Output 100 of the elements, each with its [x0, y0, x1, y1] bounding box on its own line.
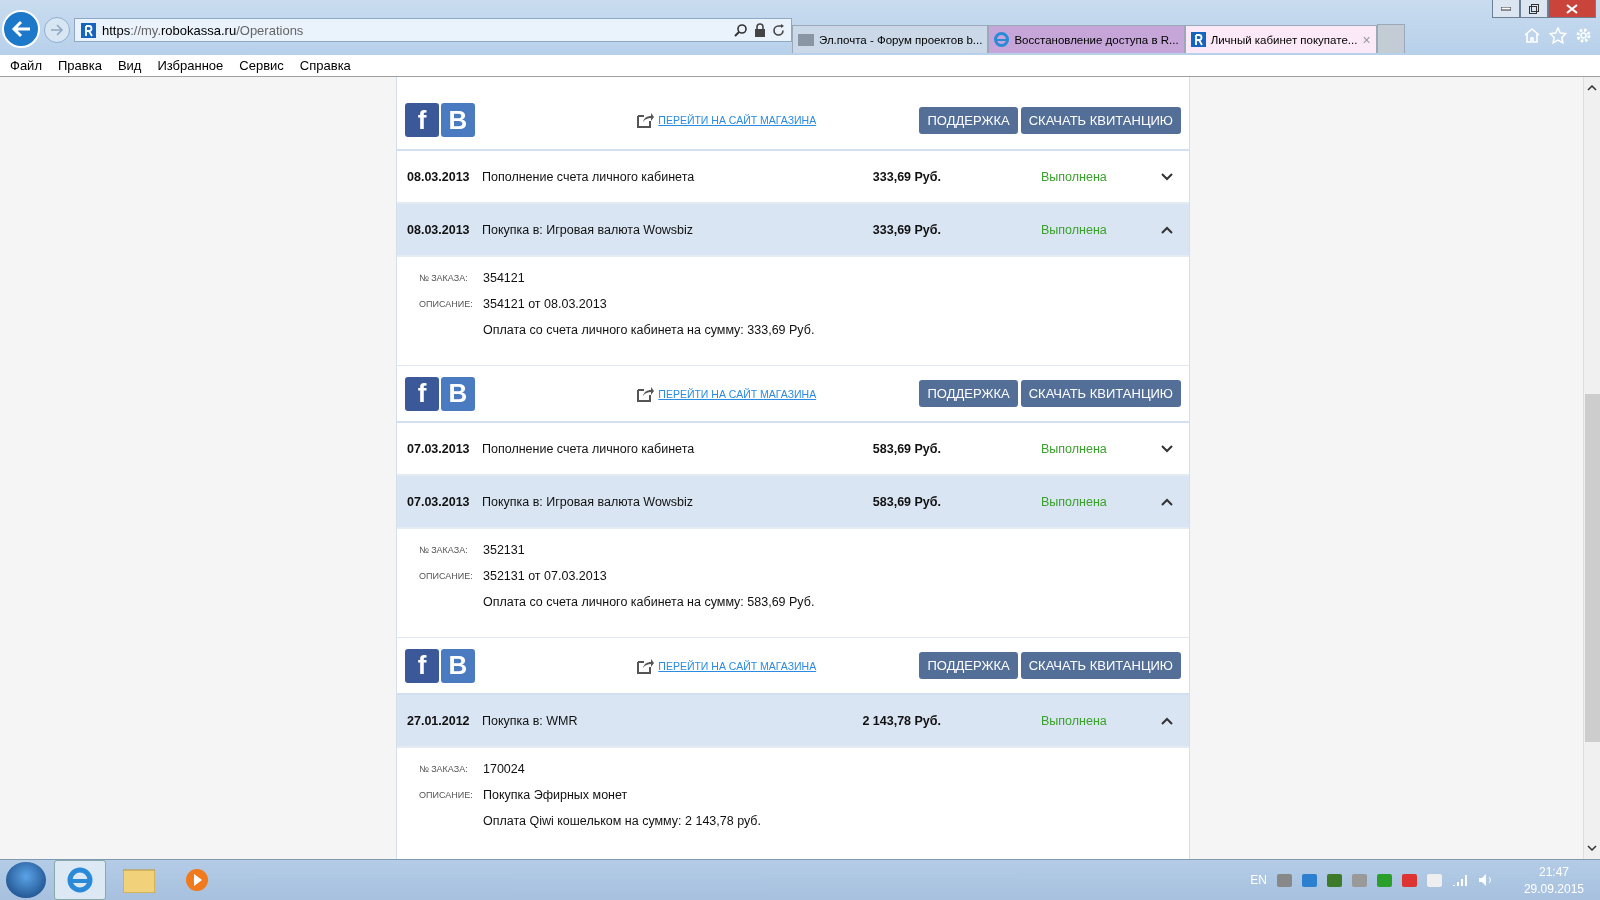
tab-title: Восстановление доступа в R...	[1014, 33, 1179, 46]
address-bar[interactable]: https://my.robokassa.ru/Operations	[74, 18, 792, 42]
forward-button[interactable]	[44, 17, 70, 43]
operation-row[interactable]: 08.03.2013 Покупка в: Игровая валюта Wowsbiz 333,69 Руб. Выполнена	[397, 204, 1189, 257]
collapse-chevron-icon[interactable]	[1161, 497, 1173, 506]
menu-item[interactable]: Сервис	[239, 58, 284, 73]
close-window-button[interactable]	[1548, 0, 1596, 18]
description-label: ОПИСАНИЕ:	[419, 790, 474, 800]
description-label: ОПИСАНИЕ:	[419, 571, 474, 581]
operation-row[interactable]: 07.03.2013 Покупка в: Игровая валюта Wowsbiz 583,69 Руб. Выполнена	[397, 476, 1189, 529]
lock-icon	[754, 23, 766, 37]
description-text: Покупка Эфирных монет	[483, 788, 629, 802]
scroll-down-icon[interactable]	[1587, 845, 1597, 851]
download-receipt-button[interactable]: СКАЧАТЬ КВИТАНЦИЮ	[1020, 652, 1181, 679]
operation-date: 08.03.2013	[407, 222, 471, 237]
facebook-button[interactable]: f	[405, 376, 439, 411]
description-text: 352131 от 07.03.2013	[483, 569, 608, 583]
browser-tab[interactable]: Эл.почта - Форум проектов b...	[792, 25, 989, 53]
menu-item[interactable]: Избранное	[157, 58, 224, 73]
operation-status: Выполнена	[1040, 494, 1108, 509]
payment-note: Оплата со счета личного кабинета на сумму: 333,69 Руб.	[483, 323, 816, 337]
menu-item[interactable]: Файл	[10, 58, 42, 73]
operation-amount: 333,69 Руб.	[871, 222, 941, 237]
browser-logo-icon	[65, 865, 95, 895]
expand-chevron-icon[interactable]	[1161, 172, 1173, 181]
order-label: № ЗАКАЗА:	[419, 273, 469, 283]
facebook-button[interactable]: f	[405, 103, 439, 137]
operation-amount: 583,69 Руб.	[871, 441, 941, 456]
browser-taskbar-button[interactable]	[54, 860, 106, 900]
payment-note: Оплата со счета личного кабинета на сумму: 583,69 Руб.	[483, 595, 816, 609]
star-icon[interactable]	[1549, 27, 1567, 44]
description-label: ОПИСАНИЕ:	[419, 299, 474, 309]
description-text: 354121 от 08.03.2013	[483, 297, 608, 311]
order-label: № ЗАКАЗА:	[419, 764, 469, 774]
operation-title: Пополнение счета личного кабинета	[482, 441, 696, 456]
support-button[interactable]: ПОДДЕРЖКА	[919, 106, 1018, 134]
operation-title: Покупка в: Игровая валюта Wowsbiz	[482, 494, 695, 509]
scrollbar-thumb[interactable]	[1584, 394, 1600, 742]
support-button[interactable]: ПОДДЕРЖКА	[919, 380, 1018, 407]
external-link-icon	[637, 385, 655, 402]
external-link-icon	[637, 112, 655, 128]
browser-tab[interactable]: Личный кабинет покупате... ×	[1184, 25, 1377, 53]
collapse-chevron-icon[interactable]	[1161, 716, 1173, 725]
store-link[interactable]: ПЕРЕЙТИ НА САЙТ МАГАЗИНА	[658, 114, 817, 126]
vk-button[interactable]: B	[441, 376, 475, 411]
site-logo-icon	[81, 22, 96, 38]
folder-icon	[123, 867, 155, 893]
back-button[interactable]	[2, 10, 40, 48]
operation-date: 08.03.2013	[407, 169, 471, 184]
vk-button[interactable]: B	[441, 648, 475, 683]
tab-title: Эл.почта - Форум проектов b...	[819, 33, 983, 46]
operation-status: Выполнена	[1040, 441, 1108, 456]
search-icon[interactable]	[734, 23, 748, 37]
operation-amount: 583,69 Руб.	[871, 494, 941, 509]
operation-date: 07.03.2013	[407, 441, 471, 456]
operation-row[interactable]: 27.01.2012 Покупка в: WMR 2 143,78 Руб. Выполнена	[397, 695, 1189, 748]
minimize-icon	[1501, 6, 1511, 11]
download-receipt-button[interactable]: СКАЧАТЬ КВИТАНЦИЮ	[1020, 106, 1181, 134]
expand-chevron-icon[interactable]	[1161, 444, 1173, 453]
operation-amount: 333,69 Руб.	[871, 169, 941, 184]
site-logo-icon	[1190, 32, 1206, 47]
refresh-icon[interactable]	[772, 23, 785, 37]
operation-status: Выполнена	[1040, 222, 1108, 237]
vk-button[interactable]: B	[441, 103, 475, 137]
operation-status: Выполнена	[1040, 713, 1108, 728]
operation-title: Покупка в: Игровая валюта Wowsbiz	[482, 222, 695, 237]
order-number: 352131	[483, 543, 526, 557]
browser-tab[interactable]: Восстановление доступа в R...	[988, 25, 1185, 53]
operation-title: Покупка в: WMR	[482, 713, 579, 728]
support-button[interactable]: ПОДДЕРЖКА	[919, 652, 1018, 679]
store-link[interactable]: ПЕРЕЙТИ НА САЙТ МАГАЗИНА	[658, 659, 817, 672]
operation-amount: 2 143,78 Руб.	[861, 713, 941, 728]
restore-icon	[1529, 3, 1539, 14]
menu-item[interactable]: Правка	[57, 58, 102, 73]
url-text: https://my.robokassa.ru/Operations	[102, 22, 305, 38]
signal-icon[interactable]	[1451, 874, 1468, 886]
menu-item[interactable]: Вид	[117, 58, 142, 73]
home-icon[interactable]	[1523, 27, 1541, 43]
operation-date: 07.03.2013	[407, 494, 471, 509]
start-button[interactable]	[6, 862, 46, 898]
operation-status: Выполнена	[1040, 169, 1108, 184]
collapse-chevron-icon[interactable]	[1161, 225, 1173, 234]
store-link[interactable]: ПЕРЕЙТИ НА САЙТ МАГАЗИНА	[658, 387, 817, 400]
back-arrow-icon	[11, 20, 31, 38]
new-tab-button[interactable]	[1376, 24, 1405, 53]
facebook-button[interactable]: f	[405, 648, 439, 683]
speaker-icon[interactable]	[1477, 873, 1494, 887]
restore-button[interactable]	[1520, 0, 1548, 18]
download-receipt-button[interactable]: СКАЧАТЬ КВИТАНЦИЮ	[1020, 380, 1181, 407]
external-link-icon	[637, 657, 655, 674]
operation-date: 27.01.2012	[407, 713, 471, 728]
close-icon	[1566, 3, 1578, 14]
play-icon	[184, 867, 210, 893]
payment-note: Оплата Qiwi кошельком на сумму: 2 143,78 руб.	[483, 814, 762, 828]
forward-arrow-icon	[50, 24, 64, 36]
tab-title: Личный кабинет покупате...	[1210, 33, 1358, 46]
scrollbar[interactable]	[1583, 77, 1600, 859]
scroll-up-icon[interactable]	[1587, 85, 1597, 91]
menu-item[interactable]: Справка	[299, 58, 351, 73]
settings-icon[interactable]	[1575, 27, 1592, 44]
